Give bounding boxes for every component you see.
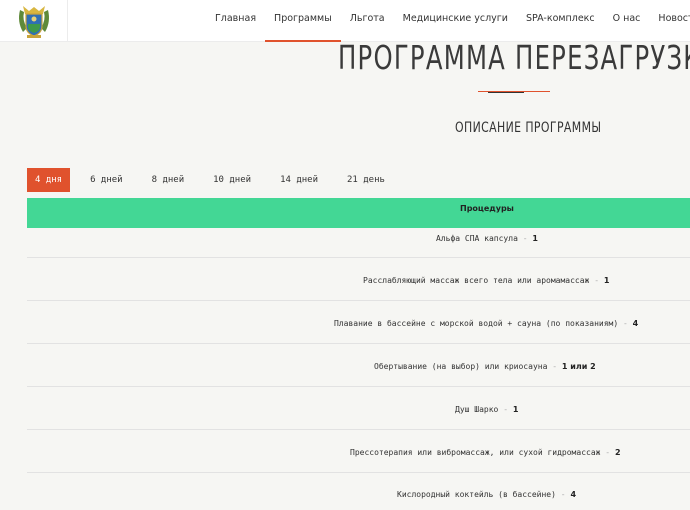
table-row: Обертывание (на выбор) или криосауна - 1… (27, 344, 690, 387)
main-nav: Главная Программы Льгота Медицинские усл… (206, 0, 690, 42)
separator: - (552, 362, 558, 371)
separator: - (605, 448, 611, 457)
table-row: Плавание в бассейне с морской водой + са… (27, 301, 690, 344)
procedure-name: Расслабляющий массаж всего тела или аром… (363, 276, 590, 285)
procedure-count: 1 (532, 234, 538, 243)
procedure-count: 1 (512, 405, 519, 414)
duration-tabs: 4 дня 6 дней 8 дней 10 дней 14 дней 21 д… (27, 168, 385, 192)
separator: - (623, 319, 628, 328)
tab-10-days[interactable]: 10 дней (213, 168, 251, 192)
nav-item-medical-services[interactable]: Медицинские услуги (394, 0, 517, 42)
program-description-heading: ОПИСАНИЕ ПРОГРАММЫ (455, 120, 602, 136)
logo[interactable] (0, 0, 68, 42)
separator: - (594, 276, 600, 285)
nav-item-about[interactable]: О нас (604, 0, 650, 42)
title-divider (478, 91, 550, 93)
table-row: Расслабляющий массаж всего тела или аром… (27, 258, 690, 301)
procedure-count: 4 (632, 319, 639, 328)
procedures-table-header: Процедуры (27, 198, 690, 228)
procedures-column-header: Процедуры (460, 204, 514, 213)
nav-item-news[interactable]: Новости (649, 0, 690, 42)
table-row: Душ Шарко - 1 (27, 387, 690, 430)
tab-21-days[interactable]: 21 день (347, 168, 385, 192)
separator: - (503, 405, 509, 414)
procedure-name: Альфа СПА капсула (436, 234, 518, 243)
procedure-name: Обертывание (на выбор) или криосауна (374, 362, 548, 371)
nav-item-home[interactable]: Главная (206, 0, 265, 42)
page-title: Программа Перезагрузка (338, 38, 690, 77)
tab-8-days[interactable]: 8 дней (152, 168, 185, 192)
nav-item-spa[interactable]: SPA-комплекс (517, 0, 604, 42)
tab-4-days[interactable]: 4 дня (27, 168, 71, 192)
separator: - (560, 490, 566, 499)
tab-14-days[interactable]: 14 дней (280, 168, 318, 192)
coat-of-arms-icon (18, 6, 49, 38)
table-row: Кислородный коктейль (в бассейне) - 4 (27, 473, 690, 510)
procedure-name: Душ Шарко (455, 405, 499, 414)
nav-item-programs[interactable]: Программы (265, 0, 341, 42)
separator: - (522, 234, 528, 243)
procedure-count: 1 (603, 276, 610, 285)
procedure-count: 2 (614, 448, 621, 457)
site-header: Главная Программы Льгота Медицинские усл… (0, 0, 690, 42)
tab-6-days[interactable]: 6 дней (90, 168, 123, 192)
procedure-name: Кислородный коктейль (в бассейне) (397, 490, 556, 499)
nav-item-benefits[interactable]: Льгота (341, 0, 394, 42)
table-row: Альфа СПА капсула - 1 (27, 229, 690, 258)
table-row: Прессотерапия или вибромассаж, или сухой… (27, 430, 690, 473)
procedure-name: Прессотерапия или вибромассаж, или сухой… (350, 448, 601, 457)
procedure-count: 1 или 2 (561, 362, 596, 371)
procedure-count: 4 (570, 490, 577, 499)
procedure-name: Плавание в бассейне с морской водой + са… (334, 319, 619, 328)
